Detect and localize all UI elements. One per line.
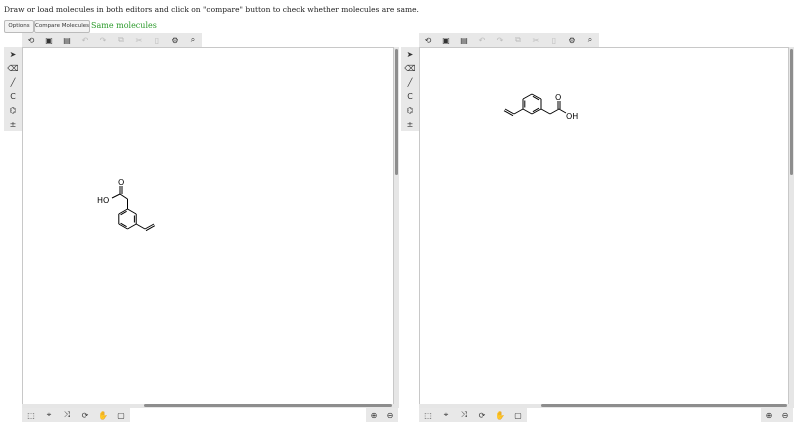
oxygen-label: O (555, 93, 561, 102)
editor-right-zoom-controls: ⊕ ⊖ (761, 408, 793, 422)
frame-icon[interactable]: ▢ (112, 408, 130, 422)
eraser-icon[interactable]: ⌫ (401, 61, 419, 75)
molecule-structure: O HO (97, 178, 156, 232)
hydroxyl-label: OH (566, 112, 578, 121)
open-icon[interactable]: ▣ (437, 33, 455, 47)
lasso-icon[interactable]: ⌖ (40, 408, 58, 422)
editor-right-top-toolbar: ⟲ ▣ ▤ ↶ ↷ ⧉ ✂ ▯ ⚙ ⌕ (419, 33, 599, 47)
editor-right-side-toolbar: ➤ ⌫ ╱ C ⌬ ± (401, 47, 419, 131)
editor-left-bottom-toolbar: ⬚ ⌖ ⤨ ⟳ ✋ ▢ (22, 408, 130, 422)
open-icon[interactable]: ▣ (40, 33, 58, 47)
vertical-scroll-thumb[interactable] (395, 49, 398, 175)
editor-left: ⟲ ▣ ▤ ↶ ↷ ⧉ ✂ ▯ ⚙ ⌕ ➤ ⌫ ╱ C ⌬ ± O HO ⬚ ⌖… (4, 33, 402, 423)
cut-icon[interactable]: ✂ (130, 33, 148, 47)
ring-icon[interactable]: ⌬ (401, 103, 419, 117)
chain-icon[interactable]: C (401, 89, 419, 103)
search-icon[interactable]: ⌕ (184, 33, 202, 47)
fragment-icon[interactable]: ⤨ (58, 408, 76, 422)
paste-icon[interactable]: ▯ (148, 33, 166, 47)
horizontal-scroll-thumb[interactable] (144, 404, 392, 407)
charge-icon[interactable]: ± (401, 117, 419, 131)
settings-icon[interactable]: ⚙ (563, 33, 581, 47)
rotate-icon[interactable]: ⟳ (473, 408, 491, 422)
editor-left-zoom-controls: ⊕ ⊖ (366, 408, 398, 422)
rotate-icon[interactable]: ⟳ (76, 408, 94, 422)
select-arrow-icon[interactable]: ➤ (4, 47, 22, 61)
horizontal-scroll-thumb[interactable] (541, 404, 787, 407)
editor-right-canvas[interactable]: O OH (419, 47, 789, 408)
undo-icon[interactable]: ↶ (76, 33, 94, 47)
select-arrow-icon[interactable]: ➤ (401, 47, 419, 61)
bond-icon[interactable]: ╱ (4, 75, 22, 89)
select-tool-icon[interactable]: ⬚ (22, 408, 40, 422)
paste-icon[interactable]: ▯ (545, 33, 563, 47)
editor-right-vertical-scrollbar[interactable] (789, 47, 794, 408)
save-icon[interactable]: ▤ (455, 33, 473, 47)
oxygen-label: O (118, 178, 124, 187)
undo-icon[interactable]: ↶ (473, 33, 491, 47)
editor-left-canvas[interactable]: O HO (22, 47, 394, 408)
ring-icon[interactable]: ⌬ (4, 103, 22, 117)
fragment-icon[interactable]: ⤨ (455, 408, 473, 422)
editor-right-bottom-toolbar: ⬚ ⌖ ⤨ ⟳ ✋ ▢ (419, 408, 527, 422)
instructions-text: Draw or load molecules in both editors a… (4, 5, 419, 14)
zoom-out-icon[interactable]: ⊖ (382, 408, 398, 422)
charge-icon[interactable]: ± (4, 117, 22, 131)
save-icon[interactable]: ▤ (58, 33, 76, 47)
redo-icon[interactable]: ↷ (94, 33, 112, 47)
hand-icon[interactable]: ✋ (491, 408, 509, 422)
new-document-icon[interactable]: ⟲ (419, 33, 437, 47)
editor-right: ⟲ ▣ ▤ ↶ ↷ ⧉ ✂ ▯ ⚙ ⌕ ➤ ⌫ ╱ C ⌬ ± O OH ⬚ ⌖… (401, 33, 799, 423)
chain-icon[interactable]: C (4, 89, 22, 103)
vertical-scroll-thumb[interactable] (790, 49, 793, 175)
eraser-icon[interactable]: ⌫ (4, 61, 22, 75)
new-document-icon[interactable]: ⟲ (22, 33, 40, 47)
search-icon[interactable]: ⌕ (581, 33, 599, 47)
hand-icon[interactable]: ✋ (94, 408, 112, 422)
copy-icon[interactable]: ⧉ (509, 33, 527, 47)
hydroxyl-label: HO (97, 196, 109, 205)
status-message: Same molecules (91, 21, 157, 30)
select-tool-icon[interactable]: ⬚ (419, 408, 437, 422)
molecule-structure: O OH (503, 93, 578, 121)
redo-icon[interactable]: ↷ (491, 33, 509, 47)
compare-molecules-button[interactable]: Compare Molecules (34, 20, 90, 33)
editor-left-side-toolbar: ➤ ⌫ ╱ C ⌬ ± (4, 47, 22, 131)
cut-icon[interactable]: ✂ (527, 33, 545, 47)
zoom-in-icon[interactable]: ⊕ (366, 408, 382, 422)
frame-icon[interactable]: ▢ (509, 408, 527, 422)
bond-icon[interactable]: ╱ (401, 75, 419, 89)
zoom-out-icon[interactable]: ⊖ (777, 408, 793, 422)
options-button[interactable]: Options (4, 20, 34, 33)
lasso-icon[interactable]: ⌖ (437, 408, 455, 422)
zoom-in-icon[interactable]: ⊕ (761, 408, 777, 422)
editor-left-top-toolbar: ⟲ ▣ ▤ ↶ ↷ ⧉ ✂ ▯ ⚙ ⌕ (22, 33, 202, 47)
settings-icon[interactable]: ⚙ (166, 33, 184, 47)
editor-left-vertical-scrollbar[interactable] (394, 47, 399, 408)
copy-icon[interactable]: ⧉ (112, 33, 130, 47)
